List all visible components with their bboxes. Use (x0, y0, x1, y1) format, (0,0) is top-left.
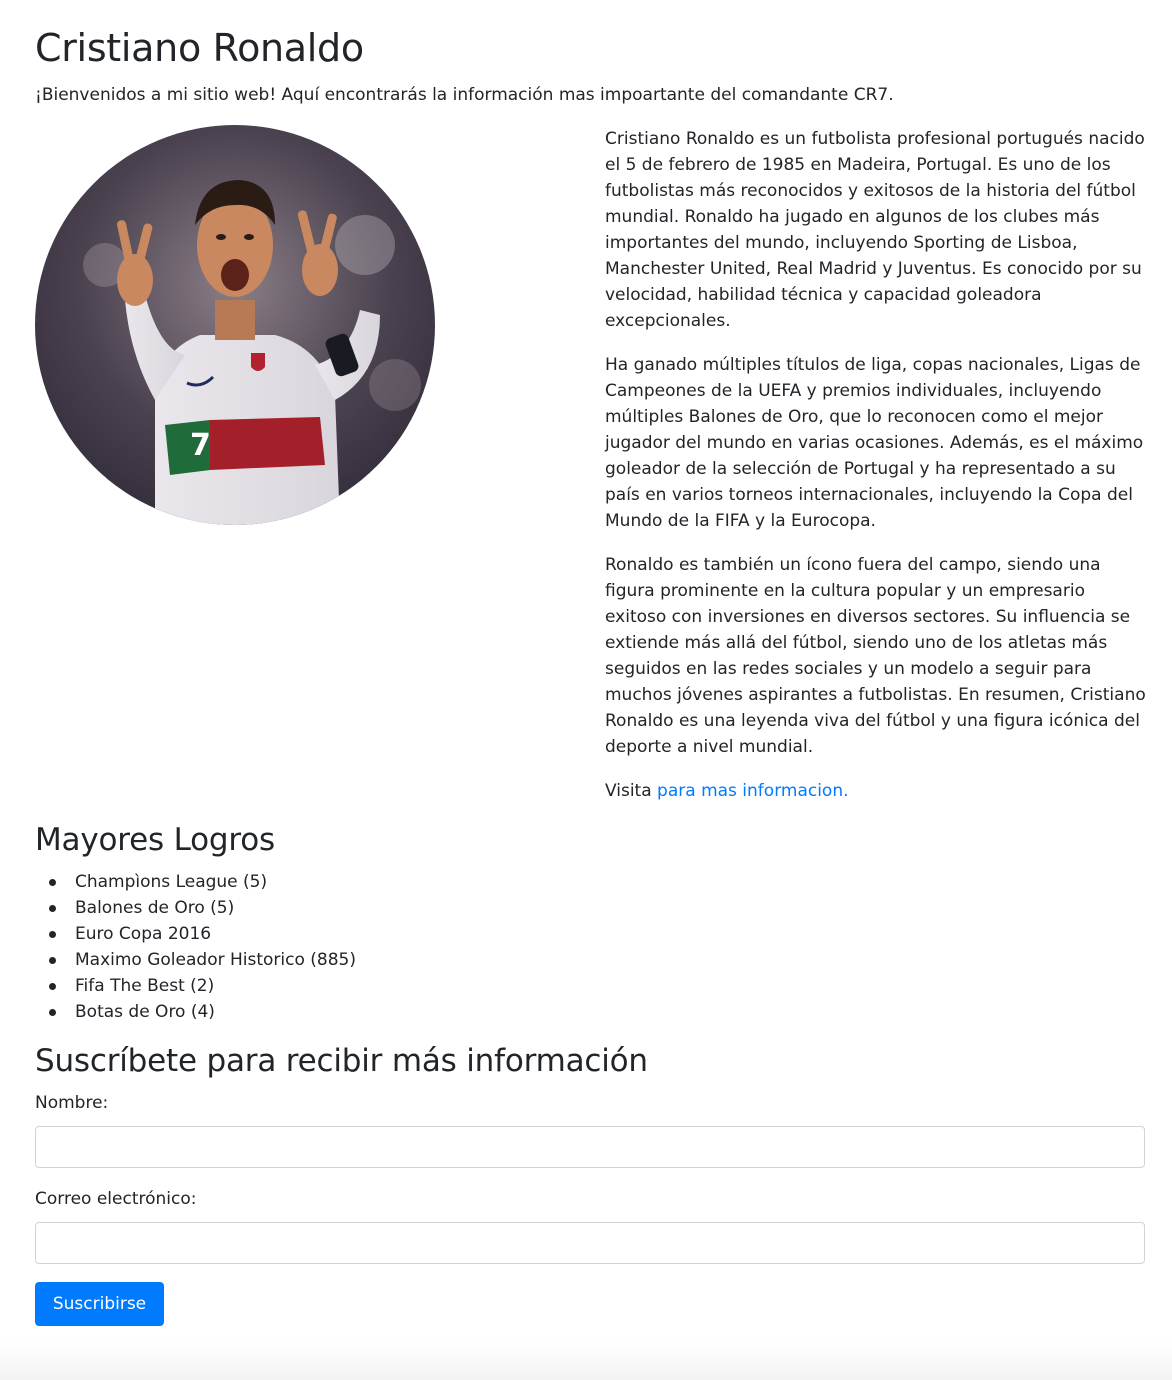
profile-photo: 7 (35, 125, 435, 525)
bio-paragraph: Ronaldo es también un ícono fuera del ca… (605, 555, 1146, 757)
crest-icon (251, 353, 265, 371)
more-info-link[interactable]: para mas informacion. (657, 781, 848, 801)
achievement-item: Botas de Oro (4) (49, 999, 356, 1025)
bio-paragraph: Cristiano Ronaldo es un futbolista profe… (605, 129, 1145, 331)
subscribe-button[interactable]: Suscribirse (35, 1282, 164, 1326)
jersey-number: 7 (190, 428, 211, 463)
bio-paragraph: Ha ganado múltiples títulos de liga, cop… (605, 355, 1144, 531)
visit-line: Visita para mas informacion. (605, 778, 1150, 804)
achievement-item: Balones de Oro (5) (49, 895, 356, 921)
achievements-list: Champìons League (5) Balones de Oro (5) … (35, 869, 356, 1025)
achievement-item: Champìons League (5) (49, 869, 356, 895)
welcome-text: ¡Bienvenidos a mi sitio web! Aquí encont… (35, 85, 894, 105)
email-label: Correo electrónico: (35, 1189, 197, 1209)
player-portrait-illustration: 7 (35, 125, 435, 525)
achievement-item: Euro Copa 2016 (49, 921, 356, 947)
achievement-item: Fifa The Best (2) (49, 973, 356, 999)
achievement-item: Maximo Goleador Historico (885) (49, 947, 356, 973)
visit-prefix: Visita (605, 781, 658, 801)
achievements-heading: Mayores Logros (35, 822, 275, 858)
name-label: Nombre: (35, 1093, 109, 1113)
bio-section: Cristiano Ronaldo es un futbolista profe… (605, 126, 1150, 822)
page-bottom-shadow (0, 1340, 1172, 1380)
name-input[interactable] (35, 1126, 1145, 1168)
email-input[interactable] (35, 1222, 1145, 1264)
subscribe-heading: Suscríbete para recibir más información (35, 1043, 648, 1079)
page-title: Cristiano Ronaldo (35, 26, 364, 70)
